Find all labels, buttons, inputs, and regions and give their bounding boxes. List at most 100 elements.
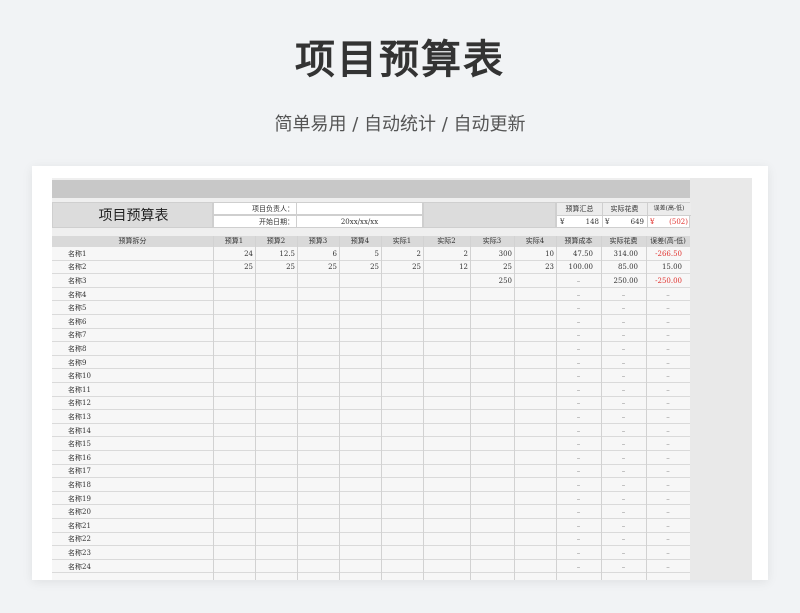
- row-name-cell[interactable]: 名称21: [68, 520, 168, 532]
- table-cell[interactable]: –: [556, 411, 601, 423]
- table-cell[interactable]: –: [601, 289, 646, 301]
- table-cell[interactable]: –: [556, 329, 601, 341]
- row-name-cell[interactable]: 名称8: [68, 343, 168, 355]
- table-cell[interactable]: –: [556, 302, 601, 314]
- table-cell[interactable]: 5: [339, 248, 379, 260]
- table-cell[interactable]: –: [601, 465, 646, 477]
- table-cell[interactable]: –: [556, 520, 601, 532]
- table-cell[interactable]: –: [646, 547, 690, 559]
- table-cell[interactable]: 25: [339, 261, 379, 273]
- table-cell[interactable]: –: [646, 506, 690, 518]
- row-name-cell[interactable]: 名称4: [68, 289, 168, 301]
- table-cell[interactable]: 10: [514, 248, 554, 260]
- row-name-cell[interactable]: 名称19: [68, 493, 168, 505]
- table-cell[interactable]: –: [601, 343, 646, 355]
- table-cell[interactable]: 25: [255, 261, 295, 273]
- table-cell[interactable]: –: [646, 370, 690, 382]
- table-cell[interactable]: –: [646, 438, 690, 450]
- table-cell[interactable]: –: [646, 343, 690, 355]
- table-cell[interactable]: 314.00: [601, 248, 639, 260]
- table-cell[interactable]: –: [556, 506, 601, 518]
- table-cell[interactable]: –: [646, 384, 690, 396]
- table-cell[interactable]: –: [556, 452, 601, 464]
- table-cell[interactable]: –: [646, 357, 690, 369]
- table-cell[interactable]: –: [601, 561, 646, 573]
- table-cell[interactable]: –: [646, 520, 690, 532]
- table-cell[interactable]: 25: [297, 261, 337, 273]
- table-cell[interactable]: –: [556, 438, 601, 450]
- table-cell[interactable]: –: [601, 411, 646, 423]
- table-cell[interactable]: –: [646, 452, 690, 464]
- table-cell[interactable]: –: [556, 479, 601, 491]
- table-cell[interactable]: -266.50: [646, 248, 682, 260]
- table-cell[interactable]: –: [646, 397, 690, 409]
- table-cell[interactable]: –: [601, 329, 646, 341]
- table-cell[interactable]: 25: [470, 261, 512, 273]
- table-cell[interactable]: –: [646, 493, 690, 505]
- table-cell[interactable]: 12.5: [255, 248, 295, 260]
- table-cell[interactable]: –: [601, 520, 646, 532]
- table-cell[interactable]: –: [556, 370, 601, 382]
- table-cell[interactable]: –: [646, 329, 690, 341]
- table-cell[interactable]: 25: [213, 261, 253, 273]
- row-name-cell[interactable]: 名称1: [68, 248, 168, 260]
- table-cell[interactable]: –: [601, 452, 646, 464]
- table-cell[interactable]: 25: [381, 261, 421, 273]
- table-cell[interactable]: –: [556, 561, 601, 573]
- row-name-cell[interactable]: 名称9: [68, 357, 168, 369]
- row-name-cell[interactable]: 名称20: [68, 506, 168, 518]
- table-cell[interactable]: –: [601, 493, 646, 505]
- table-cell[interactable]: –: [556, 384, 601, 396]
- table-cell[interactable]: –: [601, 479, 646, 491]
- table-cell[interactable]: 85.00: [601, 261, 638, 273]
- table-cell[interactable]: 47.50: [556, 248, 593, 260]
- row-name-cell[interactable]: 名称18: [68, 479, 168, 491]
- table-cell[interactable]: –: [556, 425, 601, 437]
- row-name-cell[interactable]: 名称12: [68, 397, 168, 409]
- row-name-cell[interactable]: 名称10: [68, 370, 168, 382]
- table-cell[interactable]: –: [556, 547, 601, 559]
- table-cell[interactable]: –: [601, 384, 646, 396]
- table-cell[interactable]: –: [601, 357, 646, 369]
- table-cell[interactable]: 24: [213, 248, 253, 260]
- row-name-cell[interactable]: 名称23: [68, 547, 168, 559]
- table-cell[interactable]: –: [556, 343, 601, 355]
- table-cell[interactable]: –: [556, 493, 601, 505]
- table-cell[interactable]: –: [556, 289, 601, 301]
- row-name-cell[interactable]: 名称2: [68, 261, 168, 273]
- table-cell[interactable]: –: [601, 547, 646, 559]
- table-cell[interactable]: –: [601, 316, 646, 328]
- row-name-cell[interactable]: 名称6: [68, 316, 168, 328]
- table-cell[interactable]: –: [601, 397, 646, 409]
- table-cell[interactable]: –: [601, 506, 646, 518]
- table-cell[interactable]: –: [646, 561, 690, 573]
- row-name-cell[interactable]: 名称7: [68, 329, 168, 341]
- row-name-cell[interactable]: 名称14: [68, 425, 168, 437]
- table-cell[interactable]: –: [646, 465, 690, 477]
- table-cell[interactable]: –: [646, 425, 690, 437]
- table-cell[interactable]: –: [601, 370, 646, 382]
- table-cell[interactable]: –: [601, 302, 646, 314]
- table-cell[interactable]: –: [646, 289, 690, 301]
- table-cell[interactable]: 15.00: [646, 261, 682, 273]
- row-name-cell[interactable]: 名称15: [68, 438, 168, 450]
- table-cell[interactable]: 23: [514, 261, 554, 273]
- table-cell[interactable]: –: [646, 533, 690, 545]
- table-cell[interactable]: –: [601, 425, 646, 437]
- start-date-value[interactable]: 20xx/xx/xx: [297, 216, 422, 228]
- table-cell[interactable]: –: [646, 302, 690, 314]
- table-cell[interactable]: 100.00: [556, 261, 594, 273]
- row-name-cell[interactable]: 名称16: [68, 452, 168, 464]
- row-name-cell[interactable]: 名称22: [68, 533, 168, 545]
- table-cell[interactable]: 250: [470, 275, 512, 287]
- table-cell[interactable]: –: [556, 357, 601, 369]
- table-cell[interactable]: 12: [423, 261, 468, 273]
- table-cell[interactable]: 2: [423, 248, 468, 260]
- table-cell[interactable]: 6: [297, 248, 337, 260]
- table-cell[interactable]: –: [646, 411, 690, 423]
- table-cell[interactable]: 2: [381, 248, 421, 260]
- table-cell[interactable]: –: [556, 397, 601, 409]
- table-cell[interactable]: –: [601, 533, 646, 545]
- row-name-cell[interactable]: 名称11: [68, 384, 168, 396]
- table-cell[interactable]: –: [601, 438, 646, 450]
